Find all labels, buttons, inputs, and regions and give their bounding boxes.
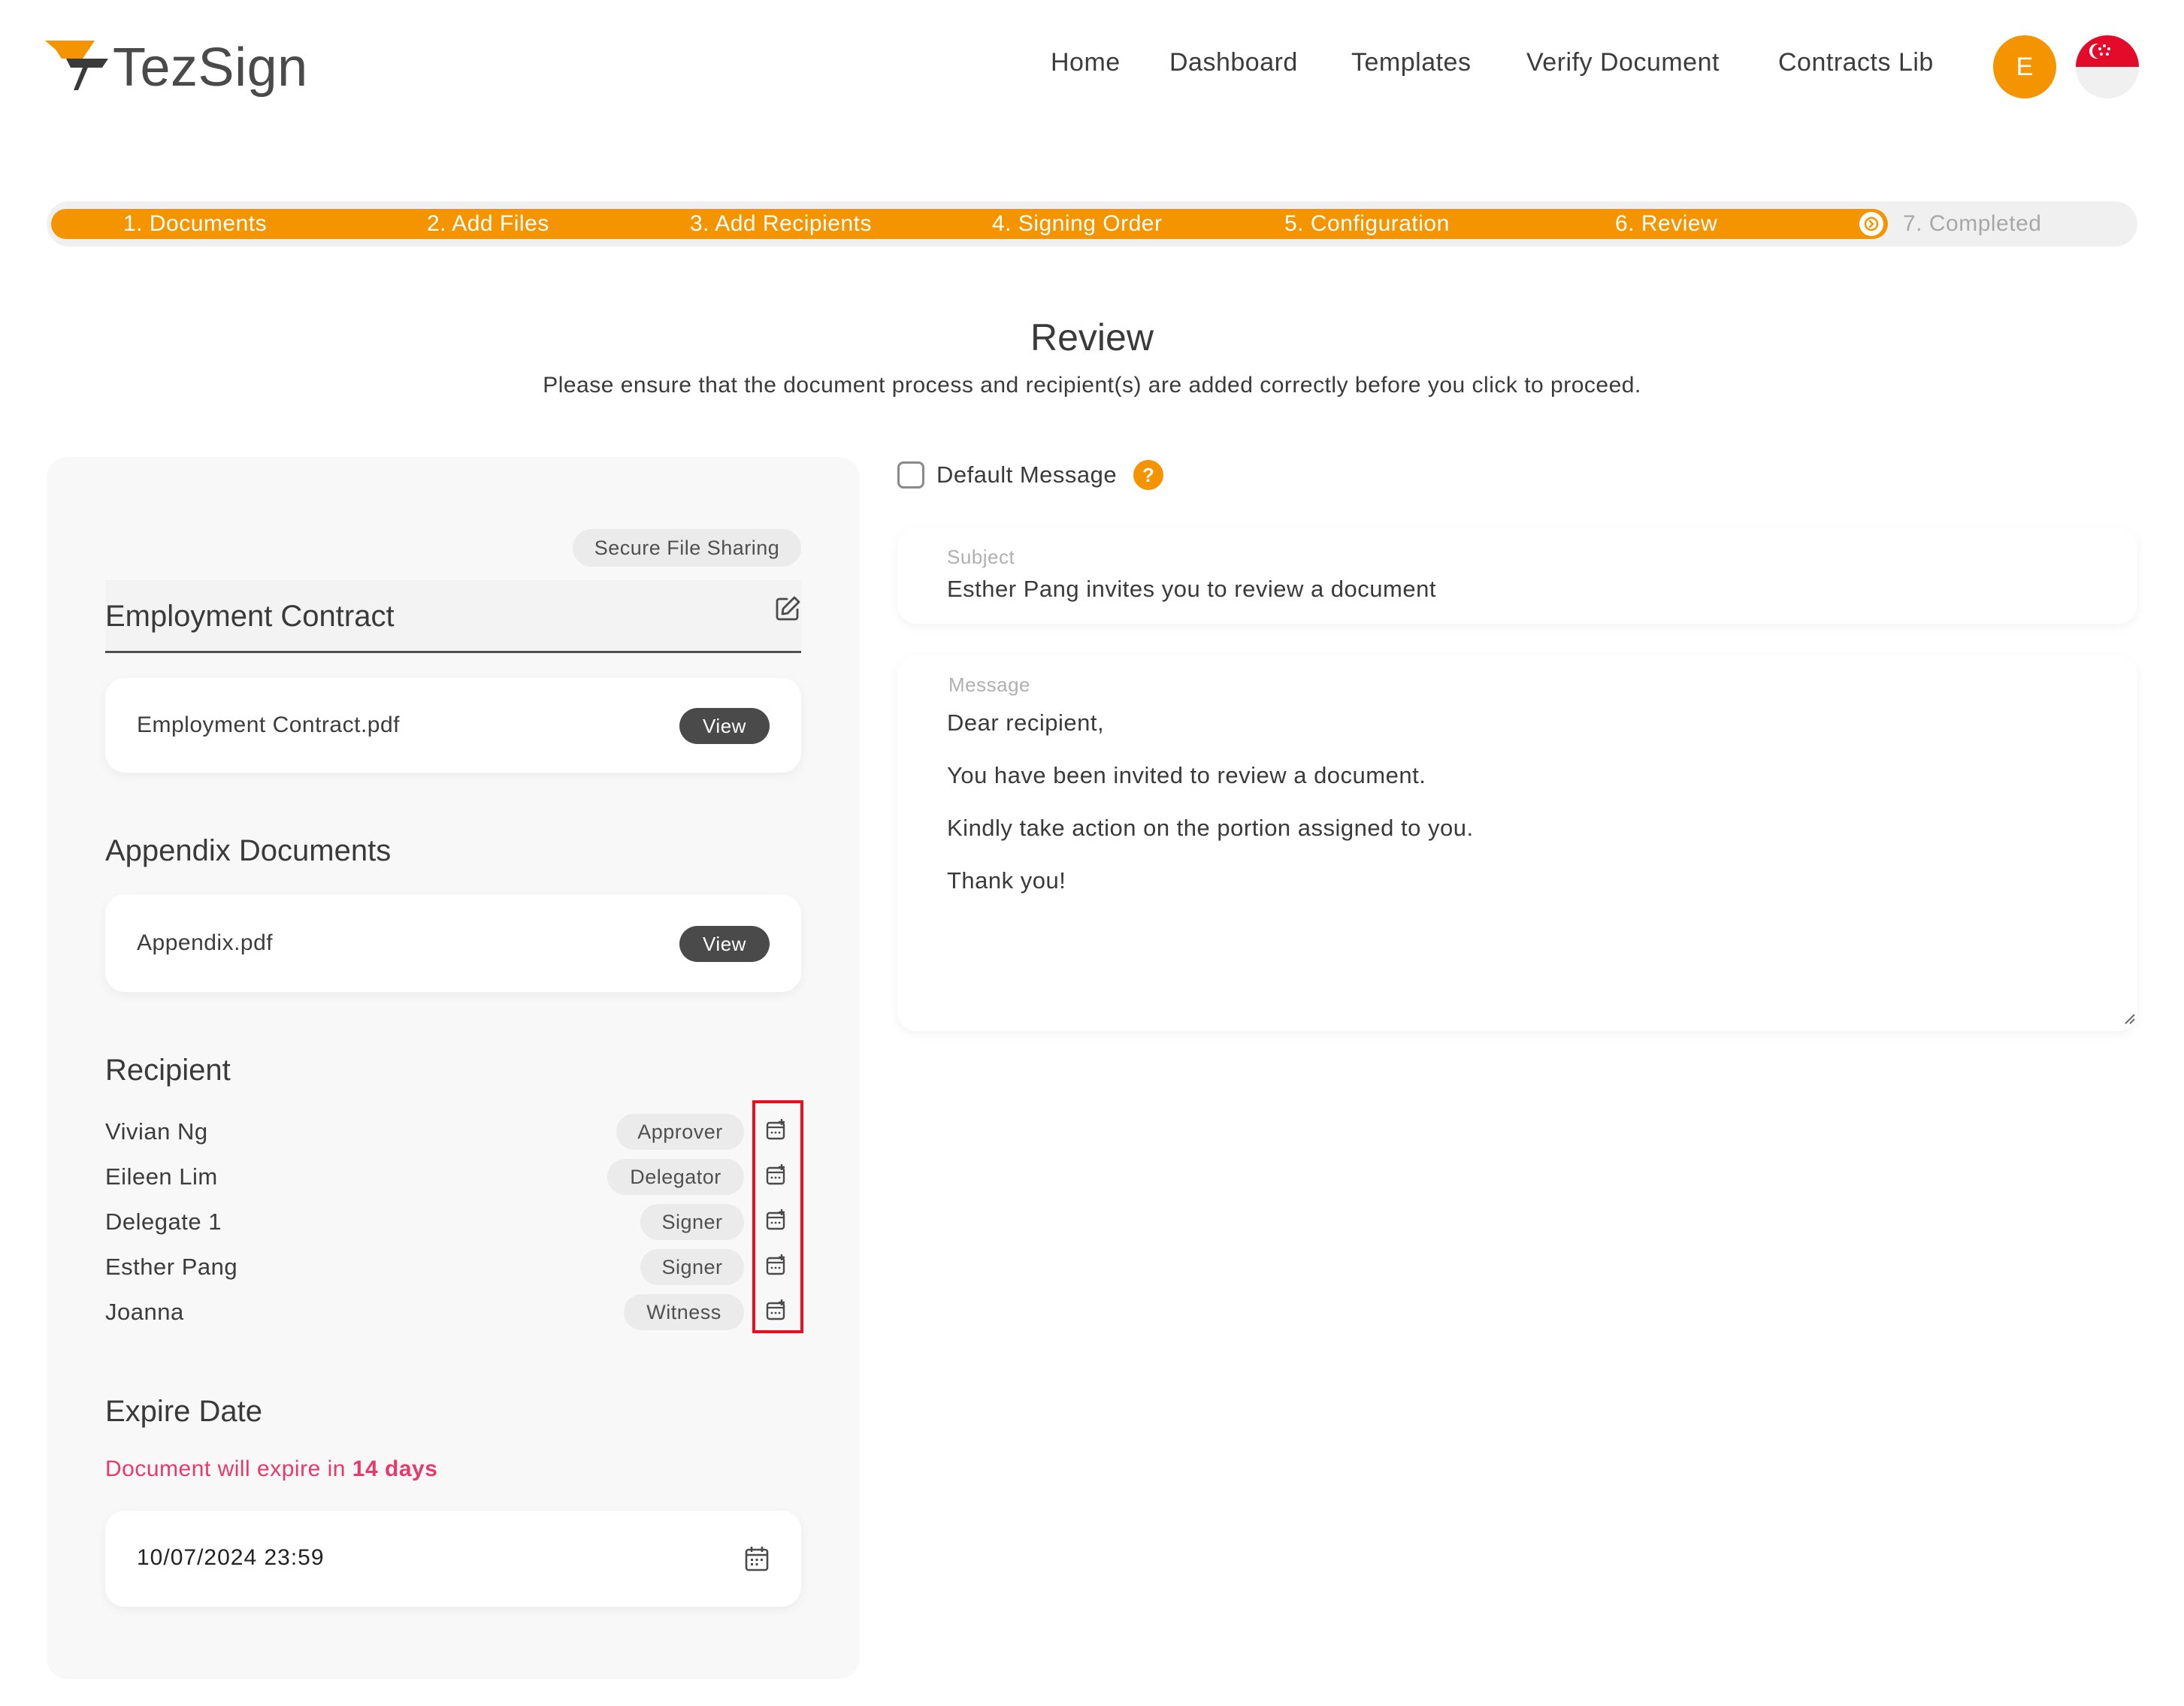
brand-name: TezSign	[113, 38, 308, 98]
step-add-recipients[interactable]: 3. Add Recipients	[690, 210, 872, 237]
nav-verify-document[interactable]: Verify Document	[1526, 48, 1720, 77]
step-configuration[interactable]: 5. Configuration	[1284, 210, 1450, 237]
step-add-files[interactable]: 2. Add Files	[427, 210, 549, 237]
message-line: Kindly take action on the portion assign…	[947, 815, 1474, 841]
view-appendix-button[interactable]: View	[679, 926, 770, 962]
default-message-checkbox[interactable]	[897, 461, 924, 489]
brand-logo[interactable]: TezSign	[45, 32, 308, 104]
recipient-name: Delegate 1	[105, 1208, 222, 1235]
message-line: You have been invited to review a docume…	[947, 762, 1426, 788]
highlight-box	[752, 1100, 803, 1333]
expiry-notice-prefix: Document will expire in	[105, 1456, 346, 1481]
nav-home[interactable]: Home	[1051, 48, 1121, 77]
resize-handle-icon[interactable]	[2122, 1012, 2136, 1025]
expire-date-heading: Expire Date	[105, 1395, 262, 1428]
expiry-notice: Document will expire in 14 days	[105, 1456, 437, 1482]
subject-field[interactable]: Subject Esther Pang invites you to revie…	[897, 528, 2137, 624]
nav-contracts-lib[interactable]: Contracts Lib	[1778, 48, 1934, 77]
recipient-role-badge: Delegator	[607, 1159, 744, 1195]
help-icon[interactable]: ?	[1133, 460, 1163, 490]
tezsign-logo-icon	[45, 41, 108, 90]
expiry-notice-days: 14 days	[352, 1456, 438, 1481]
nav-templates[interactable]: Templates	[1351, 48, 1471, 77]
document-title: Employment Contract	[105, 600, 395, 633]
step-review[interactable]: 6. Review	[1615, 210, 1717, 237]
stepper-progress-fill	[51, 209, 1888, 239]
recipient-name: Joanna	[105, 1299, 184, 1325]
top-header: TezSign Home Dashboard Templates Verify …	[0, 0, 2184, 135]
step-completed: 7. Completed	[1903, 211, 2042, 236]
appendix-filename: Appendix.pdf	[137, 930, 274, 955]
user-avatar[interactable]: E	[1993, 35, 2056, 98]
page-title: Review	[1030, 316, 1154, 358]
default-message-label: Default Message	[936, 461, 1118, 488]
nav-dashboard[interactable]: Dashboard	[1169, 48, 1298, 77]
recipient-name: Esther Pang	[105, 1254, 238, 1280]
singapore-flag-icon[interactable]	[2076, 35, 2139, 98]
page-subtitle: Please ensure that the document process …	[543, 373, 1641, 398]
message-label: Message	[948, 673, 1030, 696]
step-signing-order[interactable]: 4. Signing Order	[992, 210, 1162, 237]
recipient-role-badge: Signer	[640, 1249, 744, 1285]
expire-date-value: 10/07/2024 23:59	[137, 1545, 325, 1570]
recipient-role-badge: Witness	[624, 1294, 744, 1330]
recipient-name: Eileen Lim	[105, 1163, 218, 1190]
calendar-icon[interactable]	[744, 1545, 770, 1572]
chevron-right-icon	[1859, 212, 1883, 236]
message-textarea[interactable]: Message Dear recipient, You have been in…	[897, 655, 2137, 1031]
title-underline	[105, 651, 801, 653]
message-line: Dear recipient,	[947, 709, 1105, 736]
recipient-role-badge: Signer	[640, 1204, 744, 1240]
subject-label: Subject	[947, 546, 1015, 568]
view-main-document-button[interactable]: View	[679, 708, 770, 744]
step-documents[interactable]: 1. Documents	[123, 210, 267, 237]
recipient-heading: Recipient	[105, 1054, 231, 1087]
recipient-name: Vivian Ng	[105, 1118, 208, 1145]
message-line: Thank you!	[947, 867, 1066, 894]
main-document-filename: Employment Contract.pdf	[137, 712, 400, 737]
main-document-card: Employment Contract.pdf View	[105, 678, 801, 773]
appendix-document-card: Appendix.pdf View	[105, 894, 801, 992]
secure-file-sharing-badge: Secure File Sharing	[573, 529, 801, 567]
recipient-role-badge: Approver	[616, 1114, 744, 1150]
subject-value: Esther Pang invites you to review a docu…	[947, 576, 1436, 602]
appendix-heading: Appendix Documents	[105, 834, 392, 867]
progress-stepper: 1. Documents 2. Add Files 3. Add Recipie…	[47, 201, 2137, 247]
edit-icon[interactable]	[774, 595, 801, 622]
